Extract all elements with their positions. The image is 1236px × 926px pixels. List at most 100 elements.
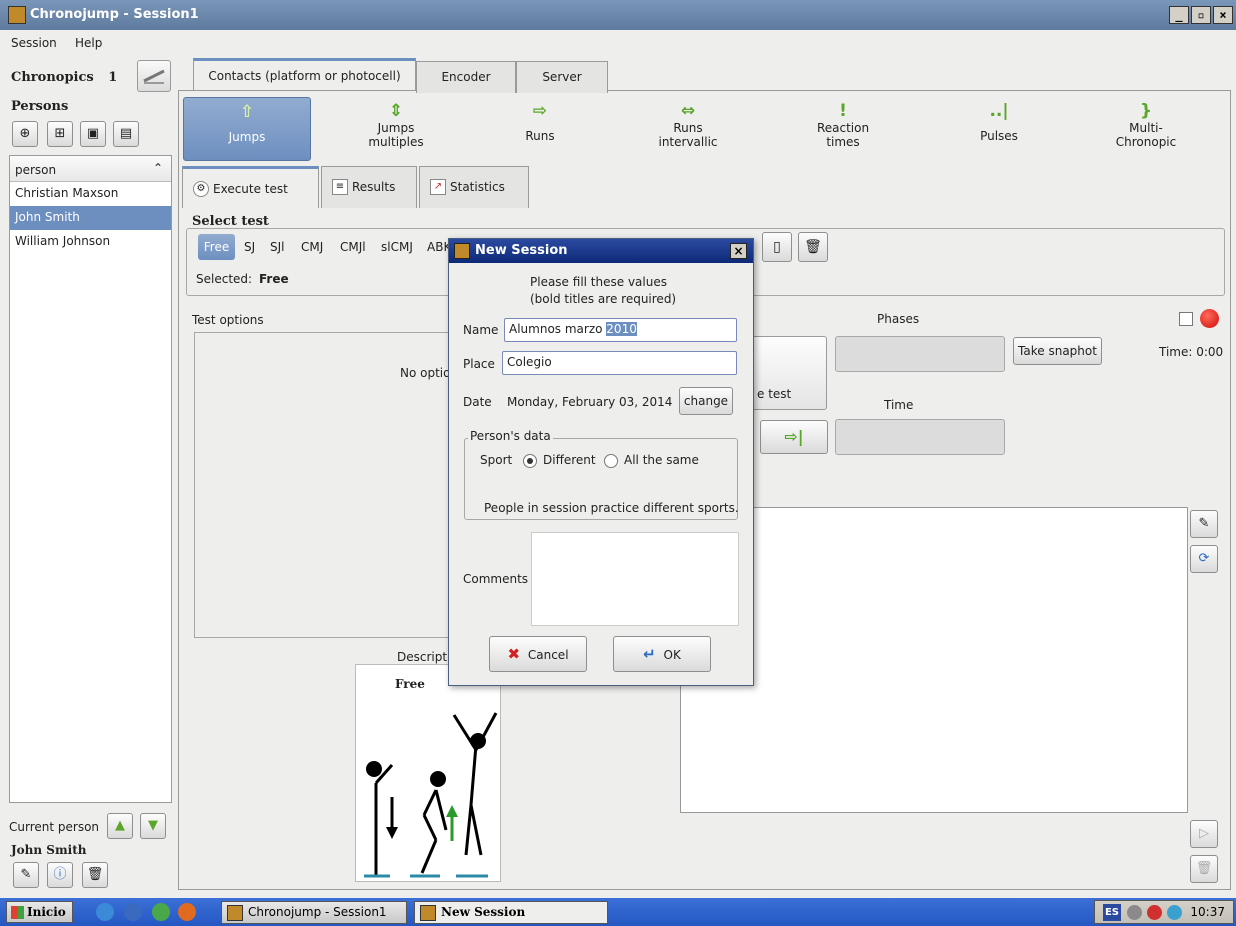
selected-label: Selected: [196, 272, 253, 286]
test-type-cmjl[interactable]: CMJl [340, 240, 366, 254]
jumps-multiples-button[interactable]: ⇕ Jumps multiples [331, 97, 461, 161]
sport-different-radio[interactable] [523, 454, 537, 468]
close-icon[interactable]: × [1213, 6, 1233, 24]
sport-same-radio[interactable] [604, 454, 618, 468]
persons-label: Persons [11, 99, 69, 114]
take-snapshot-button[interactable]: Take snaphot [1013, 337, 1102, 365]
gear-icon: ⚙ [193, 181, 209, 197]
dialog-intro-2: (bold titles are required) [530, 292, 677, 306]
results-label: Results [352, 180, 396, 194]
play-button[interactable]: ▷ [1190, 820, 1218, 848]
current-person-label: Current person [9, 820, 100, 834]
minimize-icon[interactable]: _ [1169, 6, 1189, 24]
comments-label: Comments [463, 572, 529, 586]
sort-ascending-icon: ⌃ [152, 161, 163, 175]
add-multiple-icon: ⊞ [54, 126, 66, 141]
multichronopic-button[interactable]: } Multi- Chronopic [1081, 97, 1211, 161]
task-chronojump[interactable]: Chronojump - Session1 [221, 901, 407, 924]
previous-person-button[interactable]: ▲ [107, 813, 133, 839]
test-type-sjl[interactable]: SJl [270, 240, 285, 254]
ok-button[interactable]: ↵ OK [613, 636, 711, 672]
clock: 10:37 [1190, 905, 1225, 919]
network-icon[interactable] [1127, 905, 1142, 920]
dialog-titlebar[interactable]: New Session × [449, 239, 753, 263]
load-person-button[interactable]: ▣ [80, 121, 106, 147]
brace-icon: } [1139, 101, 1153, 121]
task-new-session[interactable]: New Session [414, 901, 608, 924]
cancel-button[interactable]: ✖ Cancel [489, 636, 587, 672]
new-test-button[interactable]: ▯ [762, 232, 792, 262]
jumps-label: Jumps [228, 130, 266, 144]
runs-label: Runs [525, 129, 555, 143]
sport-note: People in session practice different spo… [484, 501, 739, 515]
jumps-button[interactable]: ⇧ Jumps [183, 97, 311, 161]
list-item[interactable]: William Johnson [10, 230, 171, 254]
finish-test-button[interactable]: ⇨| [760, 420, 828, 454]
next-person-button[interactable]: ▼ [140, 813, 166, 839]
test-type-sj[interactable]: SJ [244, 240, 255, 254]
refresh-button[interactable]: ⟳ [1190, 545, 1218, 573]
change-date-button[interactable]: change [679, 387, 733, 415]
name-value: Alumnos marzo [509, 322, 603, 336]
name-label: Name [463, 323, 499, 337]
maximize-icon[interactable]: ▫ [1191, 6, 1211, 24]
trash-icon: 🗑 [86, 867, 104, 882]
jump-figure-illustration [364, 712, 498, 878]
close-icon[interactable]: × [730, 243, 747, 259]
language-indicator[interactable]: ES [1103, 904, 1121, 921]
firefox-icon[interactable] [178, 903, 196, 921]
ie-icon[interactable] [96, 903, 114, 921]
chronopics-label: Chronopics 1 [11, 70, 117, 85]
tab-contacts[interactable]: Contacts (platform or photocell) [193, 58, 416, 90]
test-type-free[interactable]: Free [198, 234, 235, 260]
security-icon[interactable] [1147, 905, 1162, 920]
update-icon[interactable] [1167, 905, 1182, 920]
tab-execute-test[interactable]: ⚙ Execute test [182, 166, 319, 208]
delete-test-button[interactable]: 🗑 [798, 232, 828, 262]
edit-person-button[interactable]: ✎ [13, 862, 39, 888]
list-item[interactable]: Christian Maxson [10, 182, 171, 206]
tab-results[interactable]: ≡ Results [321, 166, 417, 208]
place-value: Colegio [507, 355, 552, 369]
place-field[interactable]: Colegio [502, 351, 737, 375]
menu-help[interactable]: Help [75, 36, 102, 50]
delete-person-button[interactable]: 🗑 [82, 862, 108, 888]
media-icon[interactable] [152, 903, 170, 921]
add-person-button[interactable]: ⊕ [12, 121, 38, 147]
chronopic-connect-button[interactable] [137, 60, 171, 92]
blank-document-icon: ▯ [773, 239, 781, 255]
place-label: Place [463, 357, 495, 371]
tab-server[interactable]: Server [516, 61, 608, 93]
time-label: Time [884, 398, 914, 412]
person-list-header[interactable]: person ⌃ [10, 156, 171, 182]
person-list[interactable]: person ⌃ Christian Maxson John Smith Wil… [9, 155, 172, 803]
record-checkbox[interactable] [1179, 312, 1193, 326]
tab-encoder[interactable]: Encoder [416, 61, 516, 93]
start-button[interactable]: Inicio [6, 901, 73, 923]
enter-icon: ↵ [643, 645, 656, 663]
pulses-icon: ..| [989, 101, 1009, 121]
runs-button[interactable]: ⇨ Runs [475, 97, 605, 161]
list-item[interactable]: John Smith [10, 206, 171, 230]
arrow-right-icon: ⇨ [532, 101, 548, 121]
pulses-button[interactable]: ..| Pulses [934, 97, 1064, 161]
tab-statistics[interactable]: ↗ Statistics [419, 166, 529, 208]
menu-session[interactable]: Session [11, 36, 57, 50]
add-multiple-persons-button[interactable]: ⊞ [47, 121, 73, 147]
person-info-button[interactable]: ⓘ [47, 862, 73, 888]
name-field[interactable]: Alumnos marzo 2010 [504, 318, 737, 342]
delete-result-button[interactable]: 🗑 [1190, 855, 1218, 883]
chronopics-text: Chronopics [11, 70, 94, 85]
reaction-times-button[interactable]: ! Reaction times [778, 97, 908, 161]
test-type-slcmj[interactable]: slCMJ [381, 240, 413, 254]
load-persons-button[interactable]: ▤ [113, 121, 139, 147]
window-titlebar[interactable]: Chronojump - Session1 _ ▫ × [0, 0, 1236, 30]
app-icon [454, 243, 470, 259]
person-data-label: Person's data [468, 429, 553, 443]
runs-intervallic-button[interactable]: ⇔ Runs intervallic [623, 97, 753, 161]
sport-different-label: Different [543, 453, 596, 467]
edit-graph-button[interactable]: ✎ [1190, 510, 1218, 538]
test-type-cmj[interactable]: CMJ [301, 240, 323, 254]
desktop-icon[interactable] [124, 903, 142, 921]
comments-field[interactable] [531, 532, 739, 626]
